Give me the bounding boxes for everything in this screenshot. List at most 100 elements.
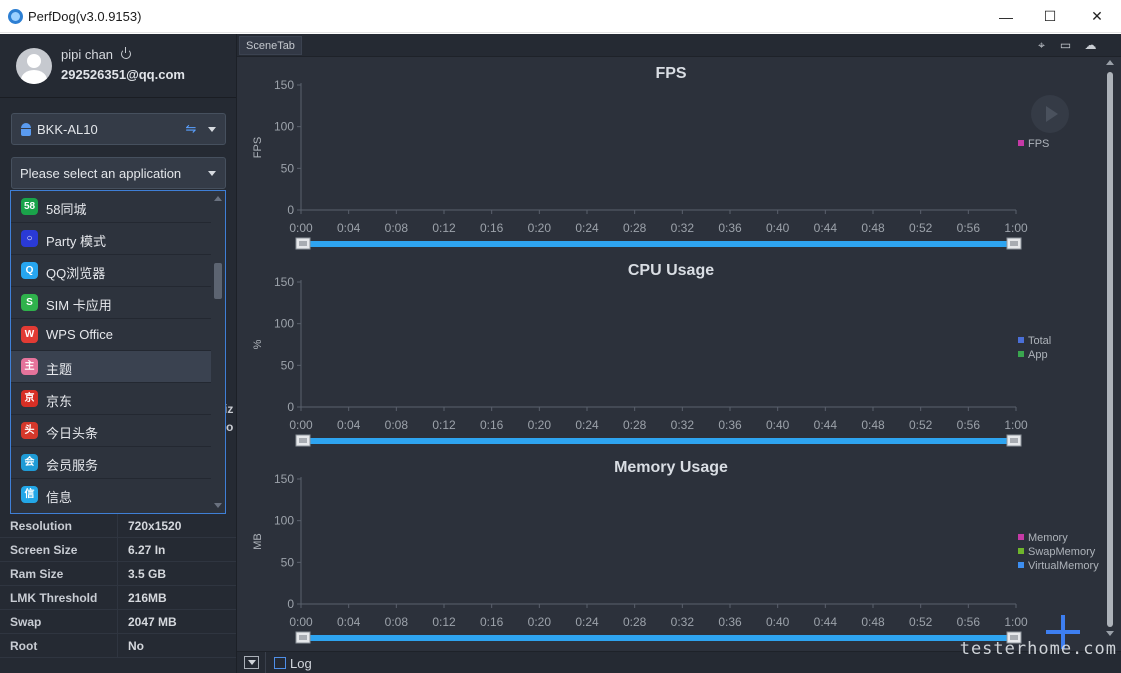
legend-swatch — [1018, 534, 1024, 540]
y-tick-label: 150 — [274, 275, 294, 289]
app-icon: W — [21, 326, 38, 343]
legend-swatch — [1018, 548, 1024, 554]
range-slider-start-handle[interactable] — [295, 631, 311, 644]
device-select[interactable]: BKK-AL10 ⇋ — [11, 113, 226, 145]
x-tick-label: 0:24 — [575, 221, 599, 235]
range-slider-end-handle[interactable] — [1006, 237, 1022, 250]
play-icon[interactable] — [1031, 95, 1069, 133]
range-slider-start-handle[interactable] — [295, 434, 311, 447]
app-label: 主题 — [46, 362, 73, 377]
x-tick-label: 0:04 — [337, 418, 361, 432]
table-row: Resolution 720x1520 — [0, 514, 236, 538]
chart-title: Memory Usage — [614, 459, 728, 476]
x-tick-label: 0:52 — [909, 418, 933, 432]
legend-label: FPS — [1028, 138, 1049, 150]
scroll-down-icon[interactable] — [1106, 631, 1114, 636]
scroll-down-icon[interactable] — [214, 503, 222, 508]
tab-scene[interactable]: SceneTab — [239, 36, 302, 55]
x-tick-label: 0:52 — [909, 615, 933, 629]
close-button[interactable]: ✕ — [1074, 0, 1120, 33]
logout-power-icon[interactable] — [121, 47, 131, 59]
list-item[interactable]: ○ Party 模式 — [11, 223, 211, 255]
list-item[interactable]: 58 58同城 — [11, 191, 211, 223]
list-item[interactable]: W WPS Office — [11, 319, 211, 351]
perfdog-app-icon — [8, 9, 23, 24]
x-tick-label: 0:08 — [385, 418, 409, 432]
x-tick-label: 0:36 — [718, 221, 742, 235]
scrollbar-thumb[interactable] — [214, 263, 222, 299]
app-label: 今日头条 — [46, 426, 99, 441]
scroll-up-icon[interactable] — [1106, 60, 1114, 65]
list-item[interactable]: 主 主题 — [11, 351, 211, 383]
info-key: Resolution — [10, 519, 72, 533]
chart-title: CPU Usage — [628, 262, 714, 279]
scrollbar-thumb[interactable] — [1107, 72, 1113, 627]
minimize-button[interactable]: — — [983, 0, 1029, 33]
x-tick-label: 0:00 — [289, 221, 313, 235]
legend-label: SwapMemory — [1028, 546, 1096, 558]
x-tick-label: 0:24 — [575, 418, 599, 432]
x-tick-label: 0:36 — [718, 418, 742, 432]
avatar[interactable] — [16, 48, 52, 84]
info-value: 3.5 GB — [128, 567, 167, 581]
main-panel: SceneTab ⌖ ▭ ☁ FPS FPS 150 100 50 0 0:00 0:04 0:… — [237, 34, 1121, 673]
app-label: WPS Office — [46, 327, 113, 342]
app-label: SIM 卡应用 — [46, 298, 112, 313]
app-dropdown-list[interactable]: 58 58同城 ○ Party 模式 Q QQ浏览器 S SIM 卡应用 W W… — [10, 190, 226, 514]
table-row: LMK Threshold 216MB — [0, 586, 236, 610]
y-tick-label: 0 — [287, 203, 294, 217]
y-axis-label: MB — [252, 533, 264, 550]
info-value: 6.27 In — [128, 543, 166, 557]
range-slider-end-handle[interactable] — [1006, 434, 1022, 447]
list-item[interactable]: 头 今日头条 — [11, 415, 211, 447]
app-icon: 58 — [21, 198, 38, 215]
collapse-dropdown-button[interactable] — [244, 656, 259, 669]
x-tick-label: 0:12 — [432, 418, 456, 432]
location-pin-icon[interactable]: ⌖ — [1034, 38, 1049, 53]
app-icon: 会 — [21, 454, 38, 471]
app-label: 会员服务 — [46, 458, 99, 473]
info-value: 2047 MB — [128, 615, 177, 629]
app-select[interactable]: Please select an application — [11, 157, 226, 189]
main-scrollbar[interactable] — [1105, 58, 1115, 638]
maximize-button[interactable]: ☐ — [1027, 0, 1073, 33]
hidden-text-fragment: o — [226, 420, 234, 434]
watermark: testerhome.com — [959, 639, 1117, 659]
list-item[interactable]: 会 会员服务 — [11, 447, 211, 479]
scroll-up-icon[interactable] — [214, 196, 222, 201]
scene-tab-bar: SceneTab ⌖ ▭ ☁ — [237, 34, 1121, 57]
background-window-strip — [150, 0, 710, 4]
y-tick-label: 50 — [281, 161, 295, 175]
folder-icon[interactable]: ▭ — [1058, 38, 1073, 53]
list-item[interactable]: 京 京东 — [11, 383, 211, 415]
log-checkbox[interactable] — [274, 657, 286, 669]
list-item[interactable]: Q QQ浏览器 — [11, 255, 211, 287]
app-label: QQ浏览器 — [46, 266, 106, 281]
y-tick-label: 100 — [274, 317, 294, 331]
legend-label: Total — [1028, 335, 1051, 347]
x-tick-label: 0:08 — [385, 615, 409, 629]
x-tick-label: 0:52 — [909, 221, 933, 235]
info-key: LMK Threshold — [10, 591, 98, 605]
x-tick-label: 0:36 — [718, 615, 742, 629]
y-tick-label: 150 — [274, 78, 294, 92]
legend-swatch — [1018, 562, 1024, 568]
x-tick-label: 0:20 — [528, 615, 552, 629]
wireless-connect-icon[interactable]: ⇋ — [184, 122, 198, 136]
x-tick-label: 0:56 — [957, 418, 981, 432]
list-scrollbar[interactable] — [211, 191, 225, 513]
x-tick-label: 0:20 — [528, 418, 552, 432]
x-tick-label: 0:44 — [814, 615, 838, 629]
cloud-icon[interactable]: ☁ — [1083, 38, 1098, 53]
x-tick-label: 0:04 — [337, 221, 361, 235]
list-item[interactable]: 信 信息 — [11, 479, 211, 511]
range-slider-start-handle[interactable] — [295, 237, 311, 250]
info-key: Root — [10, 639, 38, 653]
user-profile: pipi chan 292526351@qq.com — [0, 34, 236, 96]
x-tick-label: 0:44 — [814, 418, 838, 432]
chevron-down-icon — [208, 171, 216, 176]
legend-swatch — [1018, 351, 1024, 357]
list-item[interactable]: S SIM 卡应用 — [11, 287, 211, 319]
y-tick-label: 50 — [281, 555, 295, 569]
x-tick-label: 0:56 — [957, 221, 981, 235]
